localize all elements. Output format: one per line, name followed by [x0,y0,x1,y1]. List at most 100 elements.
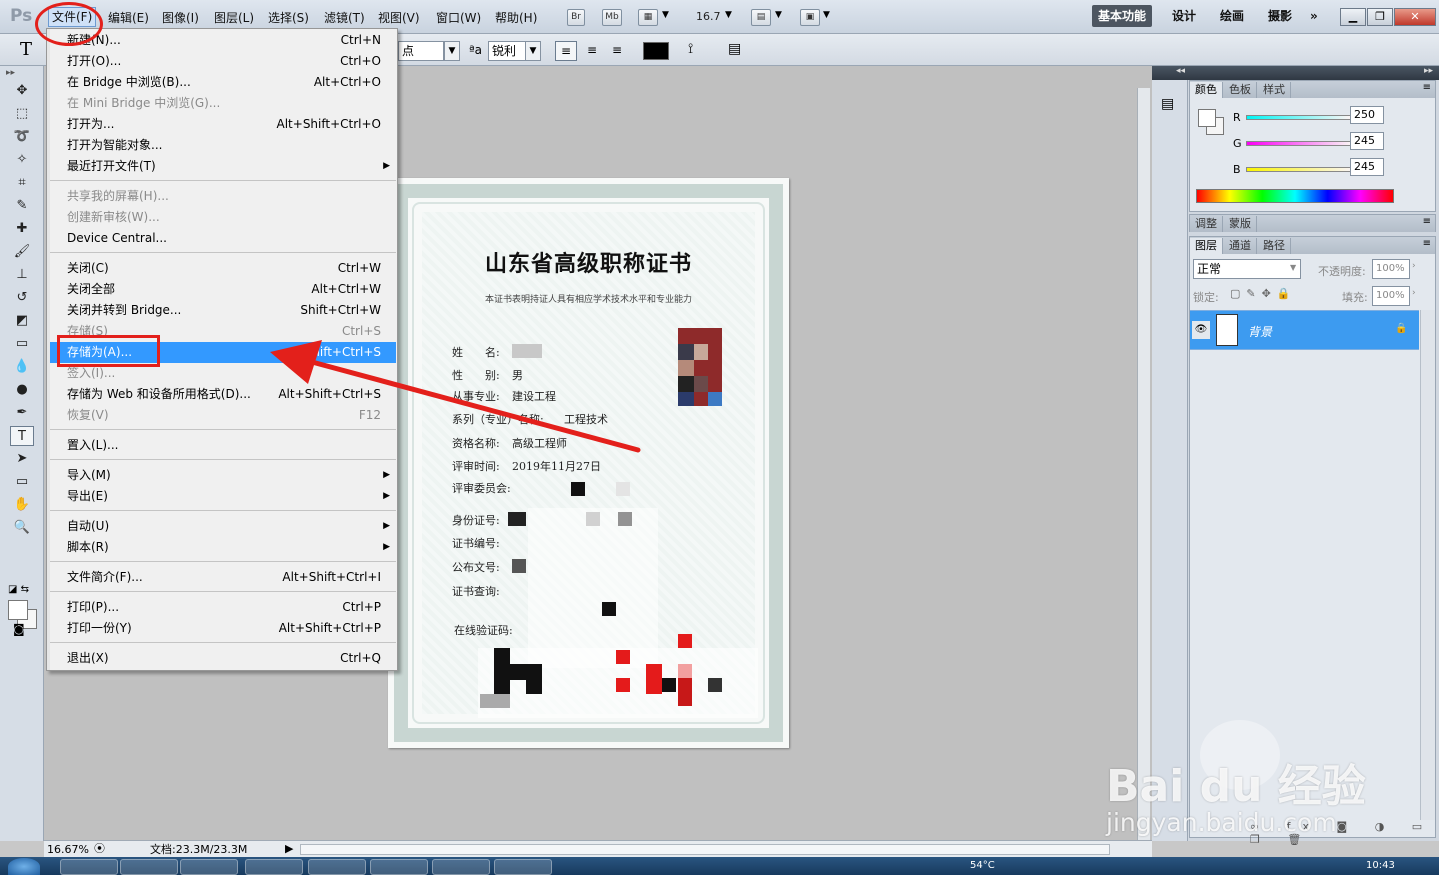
menu-item-save-for-web[interactable]: 存储为 Web 和设备所用格式(D)... Alt+Shift+Ctrl+S [50,384,396,405]
tab-paths[interactable]: 路径 [1258,238,1291,254]
eye-icon[interactable]: 👁 [1192,321,1210,339]
g-slider[interactable] [1246,141,1352,146]
menu-item-import[interactable]: 导入(M) ▶ [50,465,396,486]
text-color-swatch[interactable] [643,42,669,60]
chevron-down-icon[interactable]: ▼ [662,10,669,20]
menu-item-browse-bridge[interactable]: 在 Bridge 中浏览(B)... Alt+Ctrl+O [50,72,396,93]
healing-tool-icon[interactable]: ✚ [10,219,34,239]
collapse-icon[interactable]: ▸▸ [6,68,15,78]
taskbar-app[interactable] [245,859,303,875]
blend-mode-select[interactable]: 正常 [1193,259,1301,279]
quick-mask-icon[interactable]: ◙ [13,622,25,636]
foreground-color-swatch[interactable] [1198,109,1216,127]
collapse-icon[interactable]: ◂◂ [1176,66,1185,76]
r-value-field[interactable]: 250 [1350,106,1384,124]
history-icon[interactable]: ▤ [1161,96,1174,112]
lasso-tool-icon[interactable]: ➰ [10,127,34,147]
tab-layers[interactable]: 图层 [1190,238,1223,254]
zoom-readout[interactable]: 16.67% [47,842,89,858]
stamp-tool-icon[interactable]: ⊥ [10,265,34,285]
taskbar-app[interactable] [60,859,118,875]
taskbar-app[interactable] [180,859,238,875]
mini-bridge-button[interactable]: Mb [602,9,622,26]
status-menu-arrow-icon[interactable]: ▶ [285,841,293,857]
dodge-tool-icon[interactable]: ● [10,380,34,400]
layer-name[interactable]: 背景 [1248,323,1272,340]
pen-tool-icon[interactable]: ✒ [10,403,34,423]
expand-icon[interactable]: ▸▸ [1424,66,1433,76]
menu-item-place[interactable]: 置入(L)... [50,435,396,456]
chevron-right-icon[interactable]: › [1412,261,1416,271]
clock[interactable]: 10:43 [1366,860,1395,871]
zoom-level[interactable]: 16.7 [696,10,721,23]
chevron-down-icon[interactable]: ▼ [775,10,782,20]
tab-channels[interactable]: 通道 [1224,238,1257,254]
panel-menu-icon[interactable]: ≡ [1423,82,1431,93]
color-spectrum-bar[interactable] [1196,189,1394,203]
chevron-down-icon[interactable]: ▼ [1290,263,1296,272]
bridge-button[interactable]: Br [567,9,585,26]
menu-item-open[interactable]: 打开(O)... Ctrl+O [50,51,396,72]
start-button[interactable] [8,858,40,875]
taskbar-app[interactable] [494,859,552,875]
screen-mode-icon[interactable]: ▣ [800,9,820,26]
menu-item-device-central[interactable]: Device Central... [50,228,396,249]
b-slider[interactable] [1246,167,1352,172]
workspace-more-button[interactable]: » [1304,5,1324,27]
move-tool-icon[interactable]: ✥ [10,81,34,101]
crop-tool-icon[interactable]: ⌗ [10,173,34,193]
type-tool-icon[interactable]: T [10,426,34,446]
align-right-icon[interactable]: ≡ [606,41,628,61]
history-brush-tool-icon[interactable]: ↺ [10,288,34,308]
menu-layer[interactable]: 图层(L) [214,9,254,26]
hand-tool-icon[interactable]: ✋ [10,495,34,515]
opacity-field[interactable]: 100% [1372,259,1410,279]
menu-help[interactable]: 帮助(H) [495,9,537,26]
menu-item-close[interactable]: 关闭(C) Ctrl+W [50,258,396,279]
menu-item-automate[interactable]: 自动(U) ▶ [50,516,396,537]
warp-text-icon[interactable]: ⟟ [688,41,693,57]
menu-image[interactable]: 图像(I) [162,9,199,26]
chevron-down-icon[interactable]: ▼ [823,10,830,20]
b-value-field[interactable]: 245 [1350,158,1384,176]
taskbar-app[interactable] [432,859,490,875]
anti-alias-field[interactable]: 锐利 [488,41,526,61]
close-button[interactable]: ✕ [1394,8,1436,26]
foreground-color-swatch[interactable] [8,600,28,620]
gradient-tool-icon[interactable]: ▭ [10,334,34,354]
menu-item-open-as[interactable]: 打开为... Alt+Shift+Ctrl+O [50,114,396,135]
menu-select[interactable]: 选择(S) [268,9,309,26]
menu-item-print-one-copy[interactable]: 打印一份(Y) Alt+Shift+Ctrl+P [50,618,396,639]
menu-view[interactable]: 视图(V) [378,9,420,26]
workspace-design[interactable]: 设计 [1166,5,1202,27]
workspace-photography[interactable]: 摄影 [1262,5,1298,27]
restore-button[interactable]: ❐ [1367,8,1393,26]
tab-adjustments[interactable]: 调整 [1190,216,1223,232]
panel-menu-icon[interactable]: ≡ [1423,216,1431,227]
tab-styles[interactable]: 样式 [1258,82,1291,98]
menu-item-scripts[interactable]: 脚本(R) ▶ [50,537,396,558]
chevron-down-icon[interactable]: ▼ [444,41,460,61]
blur-tool-icon[interactable]: 💧 [10,357,34,377]
fill-field[interactable]: 100% [1372,286,1410,306]
menu-item-close-go-bridge[interactable]: 关闭并转到 Bridge... Shift+Ctrl+W [50,300,396,321]
menu-filter[interactable]: 滤镜(T) [324,9,365,26]
extras-icon[interactable]: ▦ [638,9,658,26]
zoom-tool-icon[interactable]: 🔍 [10,518,34,538]
align-center-icon[interactable]: ≡ [581,41,603,61]
arrange-documents-icon[interactable]: ▤ [751,9,771,26]
chevron-down-icon[interactable]: ▼ [525,41,541,61]
r-slider[interactable] [1246,115,1352,120]
menu-item-close-all[interactable]: 关闭全部 Alt+Ctrl+W [50,279,396,300]
menu-item-exit[interactable]: 退出(X) Ctrl+Q [50,648,396,669]
character-panel-icon[interactable]: ▤ [728,41,741,57]
tab-swatches[interactable]: 色板 [1224,82,1257,98]
marquee-tool-icon[interactable]: ⬚ [10,104,34,124]
taskbar-app[interactable] [308,859,366,875]
chevron-down-icon[interactable]: ▼ [725,10,732,20]
shape-tool-icon[interactable]: ▭ [10,472,34,492]
workspace-essentials[interactable]: 基本功能 [1092,5,1153,27]
menu-item-recent-files[interactable]: 最近打开文件(T) ▶ [50,156,396,177]
lock-icons[interactable]: ▢✎✥🔒 [1230,287,1297,300]
panel-menu-icon[interactable]: ≡ [1423,238,1431,249]
